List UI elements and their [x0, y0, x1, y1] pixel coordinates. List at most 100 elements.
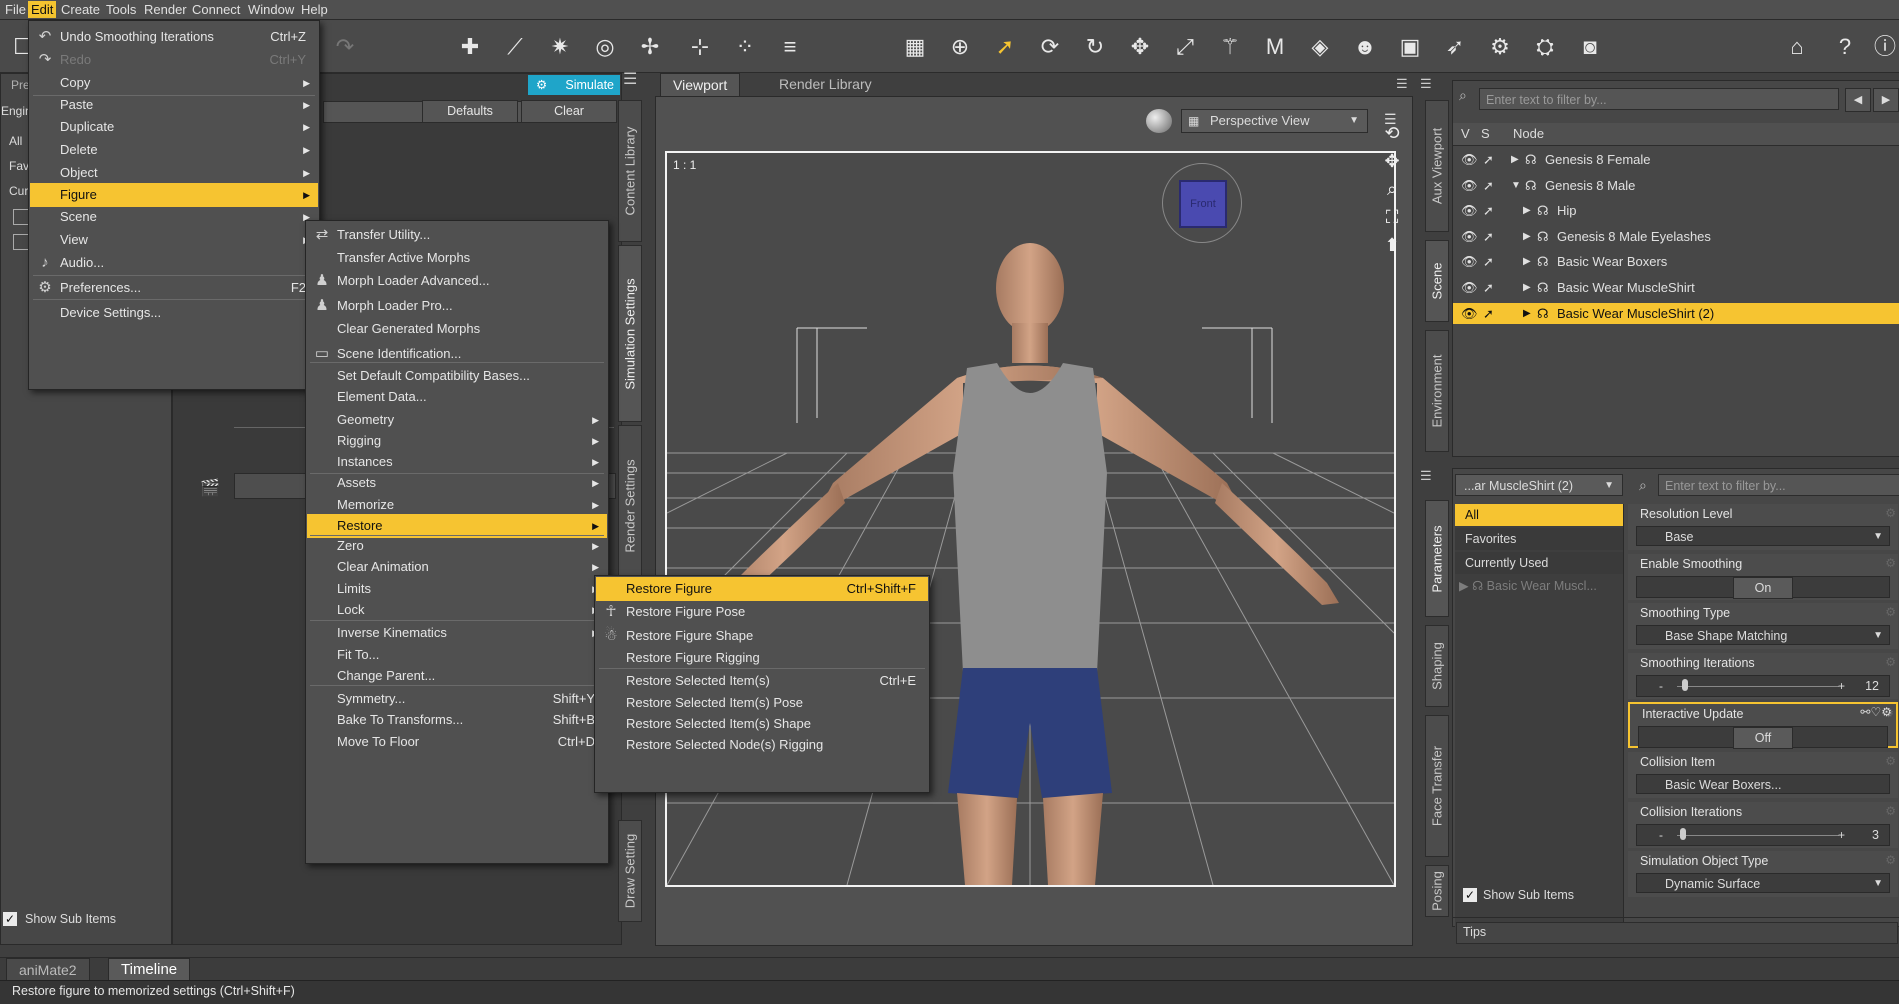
param-toggle[interactable]: Off [1638, 726, 1888, 750]
col-visible[interactable]: V [1461, 126, 1470, 141]
render-settings-icon[interactable]: ⚙ [1485, 32, 1515, 62]
select-arrow-icon[interactable]: ➚ [1483, 251, 1494, 272]
clapper-icon[interactable]: 🎬 [200, 478, 222, 497]
edit-menu-device-settings[interactable]: Device Settings... [30, 301, 318, 325]
render-icon[interactable]: ▣ [1395, 32, 1425, 62]
menu-file[interactable]: File [2, 1, 29, 18]
list-icon-2[interactable] [13, 234, 29, 250]
right-panel-menu-icon[interactable]: ☰ [1420, 76, 1438, 92]
list-icon[interactable] [13, 209, 29, 225]
tab-animate2[interactable]: aniMate2 [6, 958, 90, 982]
restore-menu-restore-figure[interactable]: Restore Figure Ctrl+Shift+F [596, 577, 928, 601]
redo-toolbar-icon[interactable]: ↷ [330, 32, 360, 62]
figure-menu-morph-loader-advanced[interactable]: ♟ Morph Loader Advanced... [307, 269, 607, 293]
expand-arrow-icon[interactable]: ▶ [1523, 303, 1531, 324]
param-gear-icon[interactable]: ⚙ [1885, 605, 1896, 619]
param-slider[interactable]: - + 3 [1636, 823, 1890, 846]
edit-menu-copy[interactable]: Copy ▶ [30, 71, 318, 95]
filter-next-icon[interactable]: ▶ [1873, 88, 1899, 112]
simulate-button[interactable]: ⚙ Simulate [528, 75, 620, 95]
camera-icon[interactable]: ◙ [1575, 32, 1605, 62]
frame-icon[interactable]: ⛶ [1382, 203, 1402, 231]
scene-node-basic-wear-muscleshirt[interactable]: 👁 ➚ ▶ ☊ Basic Wear MuscleShirt [1453, 277, 1899, 298]
view-cube[interactable]: Front [1162, 163, 1242, 243]
col-select[interactable]: S [1481, 126, 1490, 141]
increment-icon[interactable]: + [1838, 676, 1845, 696]
param-slider[interactable]: - + 12 [1636, 674, 1890, 697]
figure-menu-transfer-active-morphs[interactable]: Transfer Active Morphs [307, 246, 607, 270]
figure-menu-bake-to-transforms[interactable]: Bake To Transforms... Shift+B [307, 708, 607, 732]
rotate-view-icon[interactable]: ⟳ [1035, 32, 1065, 62]
figure-menu-morph-loader-pro[interactable]: ♟ Morph Loader Pro... [307, 294, 607, 318]
category-all[interactable]: All [1455, 504, 1623, 526]
figure-menu-transfer-utility[interactable]: ⇄ Transfer Utility... [307, 223, 607, 247]
category-currently-used[interactable]: Currently Used [1455, 552, 1623, 574]
edit-menu-preferences[interactable]: ⚙ Preferences... F2 [30, 276, 318, 300]
param-toggle[interactable]: On [1636, 575, 1890, 599]
eye-icon[interactable]: 👁 [1461, 277, 1478, 298]
edit-menu-object[interactable]: Object ▶ [30, 161, 318, 185]
scene-node-genesis-8-male[interactable]: 👁 ➚ ▼ ☊ Genesis 8 Male [1453, 175, 1899, 196]
eye-icon[interactable]: 👁 [1461, 149, 1478, 170]
show-sub-items-checkbox[interactable]: ✓ [3, 912, 17, 926]
menu-window[interactable]: Window [245, 1, 297, 18]
distant-light-icon[interactable]: ◎ [590, 32, 620, 62]
param-gear-icon[interactable]: ⚙ [1885, 556, 1896, 570]
edit-menu-view[interactable]: View▶ [30, 228, 318, 252]
filter-prev-icon[interactable]: ◀ [1845, 88, 1871, 112]
eye-icon[interactable]: 👁 [1461, 303, 1478, 324]
menu-tools[interactable]: Tools [103, 1, 139, 18]
tab-draw-settings[interactable]: Draw Setting [618, 820, 642, 922]
viewport-menu-icon[interactable]: ☰ [1396, 76, 1412, 92]
edit-menu-undo-smoothing-iterations[interactable]: ↶ Undo Smoothing Iterations Ctrl+Z [30, 25, 318, 49]
tips-label[interactable]: Tips [1463, 925, 1486, 939]
edit-menu-paste[interactable]: Paste ▶ [30, 93, 318, 117]
col-node[interactable]: Node [1513, 126, 1544, 141]
point-light-icon[interactable]: ✷ [545, 32, 575, 62]
create-camera-icon[interactable]: ✚ [455, 32, 485, 62]
geometry-editor-icon[interactable]: M [1260, 32, 1290, 62]
category-favorites[interactable]: Favorites [1455, 528, 1623, 550]
shading-sphere-icon[interactable] [1146, 109, 1172, 133]
params-show-sub-items-checkbox[interactable]: ✓ [1463, 888, 1477, 902]
increment-icon[interactable]: + [1838, 825, 1845, 845]
tab-parameters[interactable]: Parameters [1425, 500, 1449, 617]
tab-render-library[interactable]: Render Library [767, 73, 884, 95]
edit-menu-scene[interactable]: Scene ▶ [30, 205, 318, 229]
scene-node-genesis-8-male-eyelashes[interactable]: 👁 ➚ ▶ ☊ Genesis 8 Male Eyelashes [1453, 226, 1899, 247]
orbit-icon[interactable]: ⟲ [1382, 119, 1402, 147]
expand-arrow-icon[interactable]: ▶ [1511, 149, 1519, 170]
scene-node-basic-wear-boxers[interactable]: 👁 ➚ ▶ ☊ Basic Wear Boxers [1453, 251, 1899, 272]
menu-create[interactable]: Create [58, 1, 103, 18]
scene-node-basic-wear-muscleshirt-2[interactable]: 👁 ➚ ▶ ☊ Basic Wear MuscleShirt (2) [1453, 302, 1899, 324]
eye-icon[interactable]: 👁 [1461, 251, 1478, 272]
grid-icon[interactable]: ▦ [900, 32, 930, 62]
menu-edit[interactable]: Edit [28, 1, 57, 18]
params-panel-menu-icon[interactable]: ☰ [1420, 468, 1438, 484]
tab-render-settings[interactable]: Render Settings [618, 425, 642, 587]
edit-menu-figure[interactable]: Figure ▶ [30, 183, 318, 207]
view-cube-face[interactable]: Front [1179, 180, 1227, 228]
home-icon[interactable]: ⌂ [1782, 32, 1812, 62]
param-select[interactable]: Dynamic Surface ▼ [1636, 873, 1890, 894]
filter-fav[interactable]: Fav [9, 159, 29, 173]
perspective-view-select[interactable]: ▦ Perspective View ▼ [1181, 109, 1368, 133]
select-arrow-icon[interactable]: ➚ [1483, 149, 1494, 170]
expand-arrow-icon[interactable]: ▶ [1523, 251, 1531, 272]
scene-node-genesis-8-female[interactable]: 👁 ➚ ▶ ☊ Genesis 8 Female [1453, 149, 1899, 170]
param-icons[interactable]: ⚯♡⚙ [1860, 705, 1892, 719]
defaults-button[interactable]: Defaults [422, 100, 518, 123]
scale-icon[interactable]: ⤢ [1170, 32, 1200, 62]
menu-render[interactable]: Render [141, 1, 190, 18]
scene-filter-input[interactable]: Enter text to filter by... [1479, 88, 1839, 110]
expand-arrow-icon[interactable]: ▶ [1523, 277, 1531, 298]
edit-menu-audio[interactable]: ♪ Audio... [30, 251, 318, 275]
figure-menu-clear-animation[interactable]: Clear Animation ▶ [307, 555, 607, 579]
joint-editor-icon[interactable]: ⚚ [1215, 32, 1245, 62]
filter-all[interactable]: All [9, 134, 22, 148]
param-gear-icon[interactable]: ⚙ [1885, 754, 1896, 768]
tab-posing[interactable]: Posing [1425, 865, 1449, 917]
param-select[interactable]: Base ▼ [1636, 526, 1890, 546]
param-gear-icon[interactable]: ⚙ [1885, 853, 1896, 867]
null-icon[interactable]: ⁘ [730, 32, 760, 62]
